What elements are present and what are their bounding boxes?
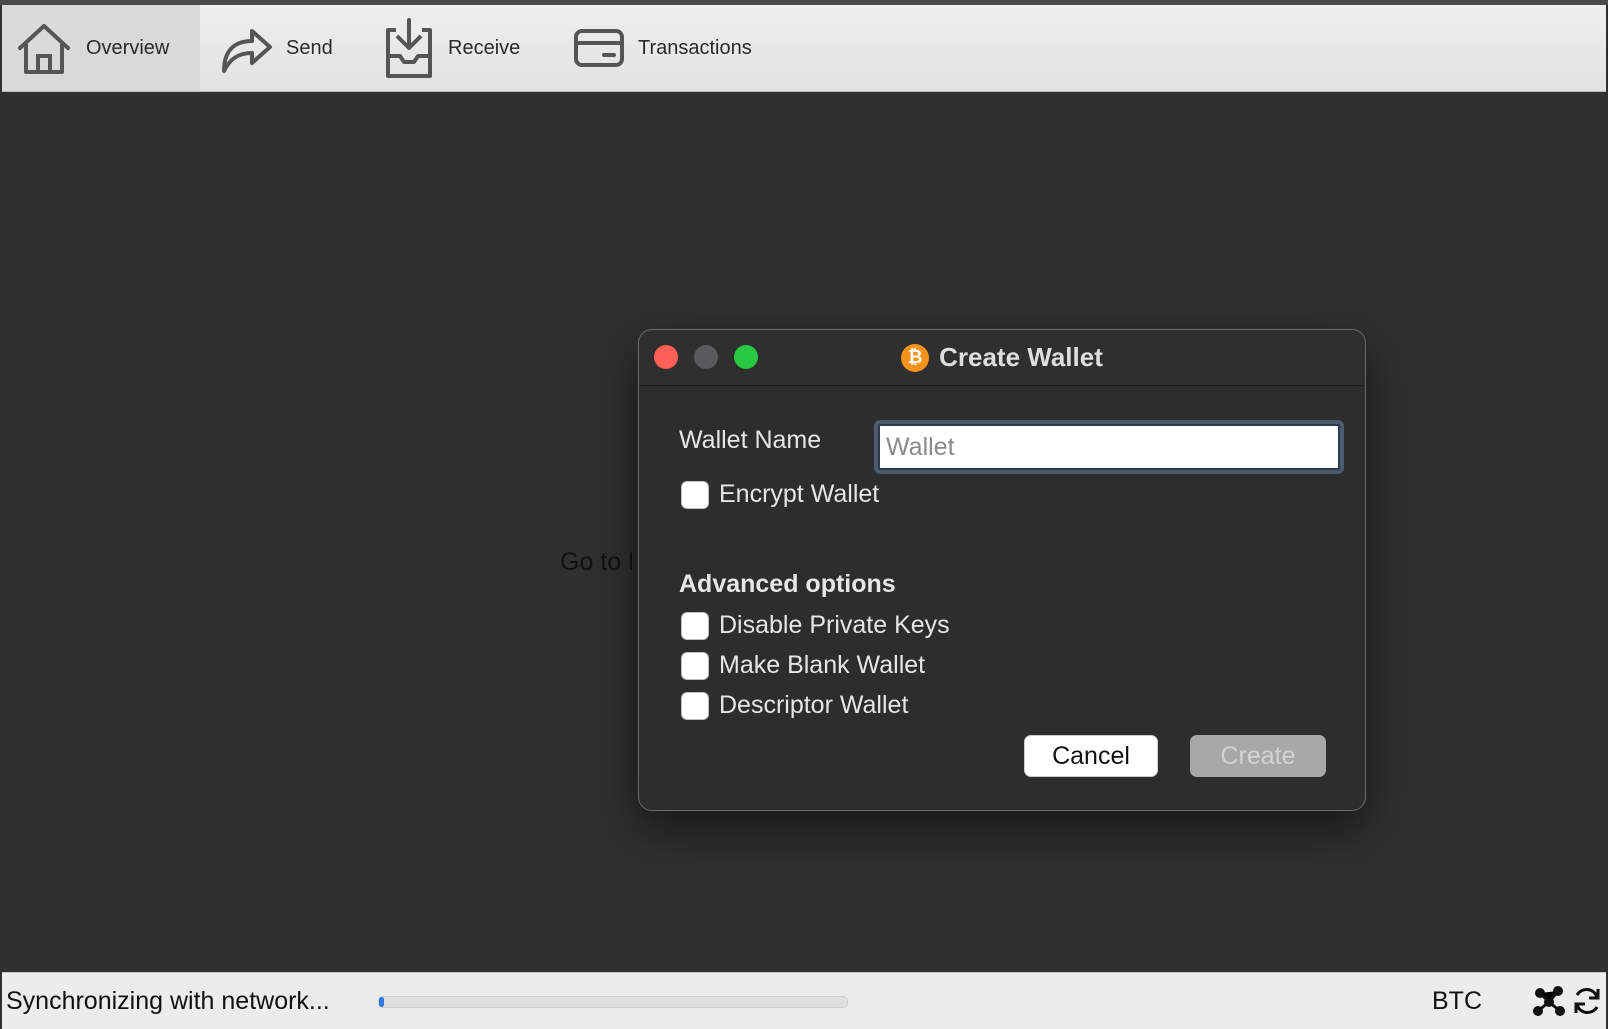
advanced-options-heading: Advanced options (679, 570, 896, 598)
dialog-titlebar: ₿ Create Wallet (639, 330, 1365, 386)
sync-progress-fill (379, 997, 384, 1007)
toolbar: Overview Send Receive Transactions (2, 5, 1606, 92)
tab-overview[interactable]: Overview (2, 5, 200, 91)
wallet-name-label: Wallet Name (679, 426, 822, 454)
disable-private-keys-label: Disable Private Keys (719, 611, 950, 639)
tab-transactions-label: Transactions (638, 36, 752, 59)
status-bar: Synchronizing with network... BTC (2, 972, 1606, 1029)
disable-private-keys-checkbox[interactable] (681, 611, 709, 640)
encrypt-wallet-option[interactable]: Encrypt Wallet (681, 480, 879, 509)
tab-transactions[interactable]: Transactions (572, 5, 782, 91)
home-icon (14, 18, 74, 78)
bitcoin-icon: ₿ (901, 343, 930, 372)
encrypt-wallet-label: Encrypt Wallet (719, 480, 880, 508)
cancel-button[interactable]: Cancel (1024, 735, 1158, 777)
tab-overview-label: Overview (86, 36, 170, 59)
tab-send-label: Send (286, 36, 333, 59)
network-icon[interactable] (1532, 985, 1566, 1022)
sync-status-text: Synchronizing with network... (6, 987, 330, 1015)
background-message: Go to F (560, 548, 632, 576)
card-icon (572, 25, 626, 71)
dialog-title-text: Create Wallet (939, 342, 1103, 372)
make-blank-wallet-checkbox[interactable] (681, 651, 709, 680)
create-wallet-dialog: ₿ Create Wallet Wallet Name Encrypt Wall… (638, 329, 1366, 811)
make-blank-wallet-label: Make Blank Wallet (719, 651, 926, 679)
tab-send[interactable]: Send (216, 5, 366, 91)
descriptor-wallet-label: Descriptor Wallet (719, 691, 909, 719)
send-arrow-icon (216, 19, 274, 77)
dialog-title: ₿ Create Wallet (639, 330, 1365, 385)
descriptor-wallet-checkbox[interactable] (681, 691, 709, 720)
encrypt-wallet-checkbox[interactable] (681, 480, 709, 509)
create-button[interactable]: Create (1190, 735, 1326, 777)
tab-receive[interactable]: Receive (382, 5, 542, 91)
sync-progress-bar (378, 996, 848, 1008)
disable-private-keys-option[interactable]: Disable Private Keys (681, 611, 950, 640)
make-blank-wallet-option[interactable]: Make Blank Wallet (681, 651, 925, 680)
receive-inbox-icon (382, 16, 436, 80)
wallet-name-focus-ring (874, 420, 1344, 474)
unit-label[interactable]: BTC (1432, 987, 1482, 1016)
tab-receive-label: Receive (448, 36, 521, 59)
descriptor-wallet-option[interactable]: Descriptor Wallet (681, 691, 908, 720)
sync-icon[interactable] (1572, 985, 1602, 1022)
wallet-name-input[interactable] (880, 426, 1338, 468)
